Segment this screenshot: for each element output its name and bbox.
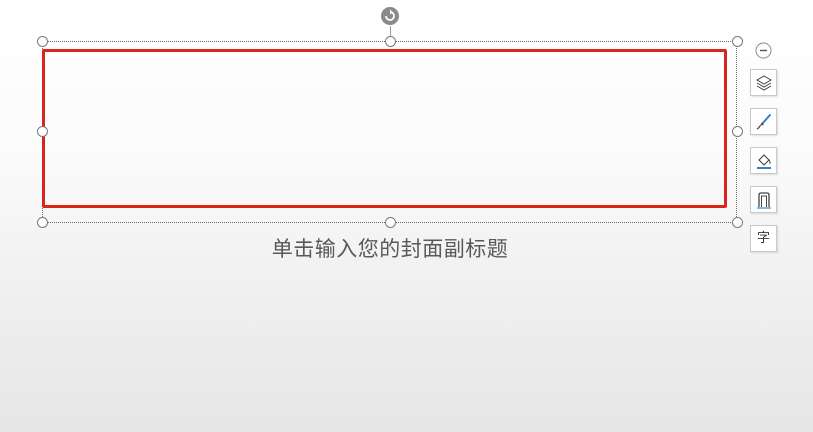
resize-handle-top-right[interactable] (732, 36, 743, 47)
rotate-stem (390, 26, 391, 36)
shape-layer-button[interactable] (750, 69, 777, 96)
outline-icon (755, 191, 773, 209)
layer-icon (755, 74, 773, 92)
shape-outline-button[interactable] (750, 186, 777, 213)
subtitle-placeholder[interactable]: 单击输入您的封面副标题 (0, 233, 780, 263)
rectangle-shape[interactable] (42, 49, 727, 208)
text-effect-button[interactable]: 字 (750, 225, 777, 252)
resize-handle-bottom[interactable] (385, 217, 396, 228)
text-icon: 字 (756, 231, 770, 246)
shape-fill-button[interactable] (750, 147, 777, 174)
shape-style-button[interactable] (750, 108, 777, 135)
resize-handle-top-left[interactable] (37, 36, 48, 47)
rotate-handle-icon[interactable] (380, 6, 400, 26)
resize-handle-bottom-left[interactable] (37, 217, 48, 228)
resize-handle-top[interactable] (385, 36, 396, 47)
resize-handle-bottom-right[interactable] (732, 217, 743, 228)
minus-circle-icon[interactable] (755, 42, 772, 59)
resize-handle-left[interactable] (37, 126, 48, 137)
resize-handle-right[interactable] (732, 126, 743, 137)
brush-icon (755, 113, 773, 131)
slide-canvas[interactable]: 单击输入您的封面副标题 字 (0, 0, 813, 432)
fill-bucket-icon (755, 152, 773, 170)
